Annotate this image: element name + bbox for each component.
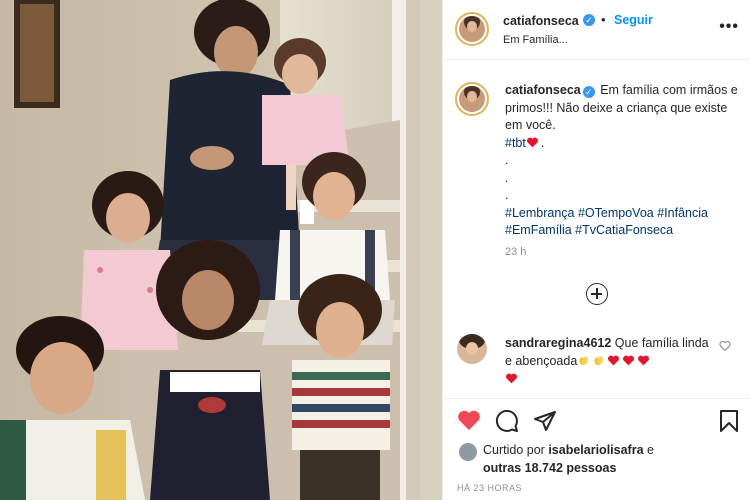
red-heart-emoji-icon xyxy=(623,355,635,366)
author-avatar[interactable] xyxy=(455,12,489,46)
family-photo-illustration xyxy=(0,0,442,500)
clapping-hands-emoji-icon xyxy=(594,356,604,366)
hashtag-link[interactable]: #OTempoVoa xyxy=(578,206,654,220)
red-heart-emoji-icon xyxy=(638,355,650,366)
post-side-panel: catiafonseca ✓ • Seguir Em Família... ••… xyxy=(442,0,750,500)
post-actions-bar: Curtido por isabelariolisafra e outras 1… xyxy=(443,398,750,500)
hashtag-link[interactable]: #Infância xyxy=(657,206,708,220)
more-options-icon[interactable]: ••• xyxy=(719,18,739,36)
bookmark-icon[interactable] xyxy=(719,409,739,433)
liker-avatar[interactable] xyxy=(459,443,477,461)
hashtag-tbt[interactable]: #tbt xyxy=(505,136,526,150)
post-timestamp[interactable]: HÁ 23 HORAS xyxy=(457,483,522,493)
hashtag-link[interactable]: #EmFamília xyxy=(505,223,572,237)
red-heart-emoji-icon xyxy=(526,137,538,147)
comment-icon[interactable] xyxy=(495,409,519,433)
caption-verified-badge-icon: ✓ xyxy=(582,86,595,98)
paper-plane-icon[interactable] xyxy=(533,409,557,433)
plus-circle-icon[interactable] xyxy=(586,283,608,305)
likes-connector: e xyxy=(647,443,654,457)
clapping-hands-emoji-icon xyxy=(579,356,589,366)
heart-filled-icon[interactable] xyxy=(457,409,481,431)
commenter-avatar[interactable] xyxy=(457,334,487,364)
header-separator: • xyxy=(601,12,606,27)
caption-dot-line: . xyxy=(505,188,509,202)
commenter-username[interactable]: sandraregina4612 xyxy=(505,336,611,350)
likes-text: Curtido por isabelariolisafra e outras 1… xyxy=(483,441,745,477)
author-username[interactable]: catiafonseca xyxy=(503,14,579,28)
follow-button[interactable]: Seguir xyxy=(614,13,653,27)
caption-text-block: catiafonseca ✓ Em família com irmãos e pr… xyxy=(505,82,741,240)
heart-outline-icon[interactable] xyxy=(719,340,731,352)
likes-others[interactable]: outras 18.742 pessoas xyxy=(483,461,616,475)
caption-period: . xyxy=(540,135,545,150)
caption-author-avatar[interactable] xyxy=(455,82,489,116)
comment-text-block: sandraregina4612 Que família linda e abe… xyxy=(505,334,719,388)
caption-dot-line: . xyxy=(505,153,509,167)
likes-prefix: Curtido por xyxy=(483,443,545,457)
hashtag-link[interactable]: #Lembrança xyxy=(505,206,575,220)
red-heart-emoji-icon xyxy=(506,373,517,384)
red-heart-emoji-icon xyxy=(608,355,620,366)
liker-username[interactable]: isabelariolisafra xyxy=(548,443,643,457)
caption-username[interactable]: catiafonseca xyxy=(505,83,581,97)
post-location[interactable]: Em Família... xyxy=(503,34,568,46)
post-header: catiafonseca ✓ • Seguir Em Família... ••… xyxy=(443,0,750,60)
post-photo[interactable] xyxy=(0,0,442,500)
hashtag-link[interactable]: #TvCatiaFonseca xyxy=(575,223,673,237)
caption-time[interactable]: 23 h xyxy=(505,246,526,258)
caption-dot-line: . xyxy=(505,170,509,185)
verified-badge-icon: ✓ xyxy=(583,14,595,26)
